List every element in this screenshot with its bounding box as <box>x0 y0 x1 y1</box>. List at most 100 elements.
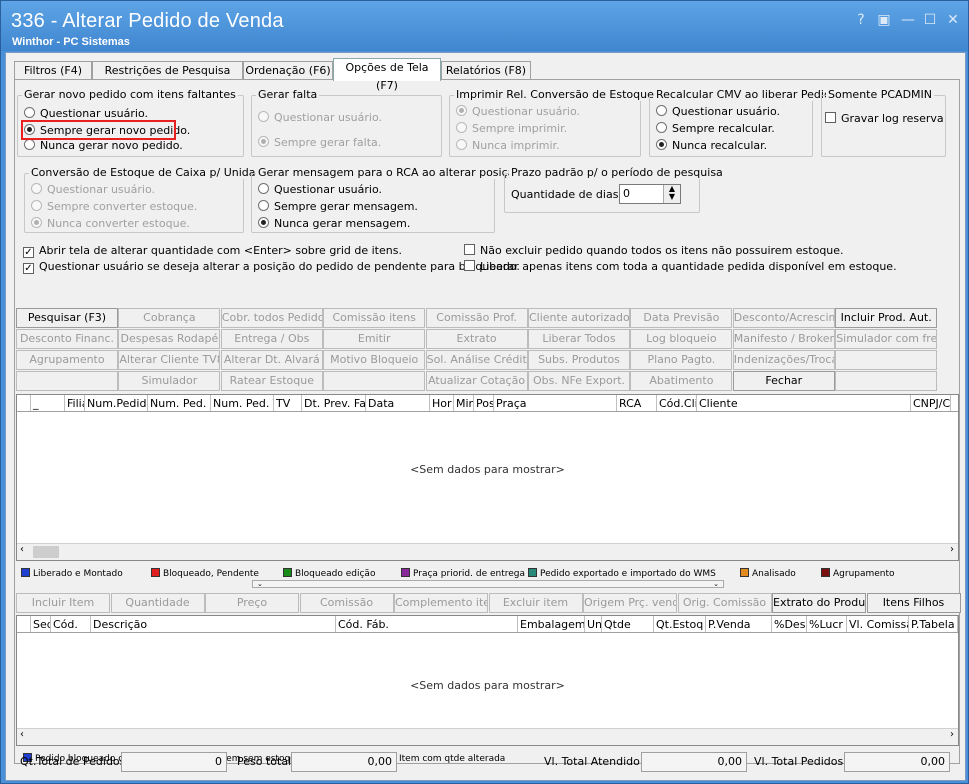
indenizacoes-troca-button[interactable]: Indenizações/Troca <box>732 350 835 370</box>
alterar-cliente-tv8-button[interactable]: Alterar Cliente TV8 <box>118 350 221 370</box>
ratear-estoque-button[interactable]: Ratear Estoque <box>220 371 323 391</box>
column-header[interactable]: TV <box>274 395 302 411</box>
radio-questionar[interactable]: Questionar usuário. <box>258 182 382 197</box>
column-header[interactable]: Cliente <box>697 395 911 411</box>
column-header[interactable]: RCA <box>617 395 657 411</box>
orig-comissao-button[interactable]: Orig. Comissão <box>677 593 772 613</box>
desconto-acrescimo-button[interactable]: Desconto/Acrescimo <box>732 308 835 328</box>
fechar-button[interactable]: Fechar <box>732 371 835 391</box>
column-header[interactable]: Filia <box>65 395 85 411</box>
column-header[interactable]: P.Venda <box>706 616 772 632</box>
excluir-item-button[interactable]: Excluir item <box>488 593 583 613</box>
complemento-item-button[interactable]: Complemento item <box>394 593 488 613</box>
check-liberar-apenas[interactable]: Liberar apenas itens com toda a quantida… <box>464 259 897 274</box>
quantidade-dias-input[interactable]: 0 ▲ ▼ <box>619 184 681 204</box>
tab-ordenacao[interactable]: Ordenação (F6) <box>243 61 333 80</box>
subs-produtos-button[interactable]: Subs. Produtos <box>528 350 630 370</box>
simulador-button[interactable]: Simulador <box>118 371 221 391</box>
column-header[interactable]: Un <box>585 616 602 632</box>
scroll-left-icon[interactable]: ‹ <box>20 729 24 740</box>
radio-questionar[interactable]: Questionar usuário. <box>456 104 580 119</box>
horizontal-scrollbar[interactable]: ‹ › <box>17 728 958 745</box>
column-header[interactable]: CNPJ/CPF <box>911 395 951 411</box>
obs-nfe-export-button[interactable]: Obs. NFe Export. <box>528 371 630 391</box>
liberar-todos-button[interactable]: Liberar Todos <box>528 329 630 349</box>
scroll-left-icon[interactable]: ‹ <box>20 544 24 555</box>
spin-arrows-icon[interactable]: ▲ ▼ <box>663 185 680 203</box>
entrega-obs-button[interactable]: Entrega / Obs <box>220 329 323 349</box>
column-header[interactable]: Num. Ped. B <box>148 395 211 411</box>
column-header[interactable]: P.Tabela <box>909 616 958 632</box>
tab-filtros[interactable]: Filtros (F4) <box>14 61 92 80</box>
column-header[interactable]: Cód. <box>51 616 91 632</box>
radio-questionar[interactable]: Questionar usuário. <box>24 106 148 121</box>
close-icon[interactable]: ✕ <box>944 11 962 29</box>
despesas-rodape-button[interactable]: Despesas Rodapé <box>118 329 221 349</box>
extrato-button[interactable]: Extrato <box>425 329 528 349</box>
help-icon[interactable]: ? <box>852 11 870 29</box>
column-header[interactable]: Seq <box>31 616 51 632</box>
preco-button[interactable]: Preço <box>205 593 299 613</box>
tab-restricoes[interactable]: Restrições de Pesquisa (F5) <box>92 61 243 95</box>
column-header[interactable]: Num. Ped. T <box>211 395 274 411</box>
column-header[interactable] <box>17 616 31 632</box>
incluir-item-button[interactable]: Incluir Item <box>16 593 110 613</box>
log-bloqueio-button[interactable]: Log bloqueio <box>630 329 733 349</box>
comissao-prof-button[interactable]: Comissão Prof. <box>425 308 528 328</box>
comissao-button[interactable]: Comissão <box>299 593 394 613</box>
motivo-bloqueio-button[interactable]: Motivo Bloqueio <box>323 350 426 370</box>
origem-prc-venda-button[interactable]: Origem Prç. venda <box>583 593 677 613</box>
data-previsao-button[interactable]: Data Previsão <box>630 308 733 328</box>
check-nao-excluir-pedido[interactable]: Não excluir pedido quando todos os itens… <box>464 243 844 258</box>
horizontal-scrollbar[interactable]: ‹ › <box>17 543 958 560</box>
radio-questionar[interactable]: Questionar usuário. <box>31 182 155 197</box>
agrupamento-button[interactable]: Agrupamento <box>16 350 118 370</box>
column-header[interactable]: Pos <box>474 395 494 411</box>
radio-sempre-imprimir[interactable]: Sempre imprimir. <box>456 121 567 136</box>
tab-opcoes-de-tela[interactable]: Opções de Tela (F7) <box>333 58 441 92</box>
column-header[interactable]: Vl. Comissão <box>847 616 909 632</box>
column-header[interactable]: Praça <box>494 395 617 411</box>
column-header[interactable] <box>17 395 31 411</box>
manifesto-broker-button[interactable]: Manifesto / Broker <box>732 329 835 349</box>
emitir-button[interactable]: Emitir <box>323 329 426 349</box>
column-header[interactable]: Hor <box>430 395 454 411</box>
atualizar-cotacao-button[interactable]: Atualizar Cotação <box>425 371 528 391</box>
scroll-right-icon[interactable]: › <box>950 729 954 740</box>
cobr-todos-pedidos-button[interactable]: Cobr. todos Pedidos <box>220 308 323 328</box>
radio-sempre-gerar-mensagem[interactable]: Sempre gerar mensagem. <box>258 199 418 214</box>
radio-sempre-recalcular[interactable]: Sempre recalcular. <box>656 121 775 136</box>
column-header[interactable]: %Lucr <box>807 616 847 632</box>
radio-nunca-converter[interactable]: Nunca converter estoque. <box>31 216 190 231</box>
cliente-autorizado-button[interactable]: Cliente autorizado <box>528 308 630 328</box>
incluir-prod-aut-button[interactable]: Incluir Prod. Aut. <box>835 308 938 328</box>
desconto-financ-button[interactable]: Desconto Financ. <box>16 329 118 349</box>
column-header[interactable]: _ <box>31 395 65 411</box>
radio-sempre-converter[interactable]: Sempre converter estoque. <box>31 199 197 214</box>
minimize-icon[interactable]: — <box>899 11 917 29</box>
sol-analise-credito-button[interactable]: Sol. Análise Crédito <box>425 350 528 370</box>
abatimento-button[interactable]: Abatimento <box>630 371 733 391</box>
check-questionar-posicao[interactable]: ✓ Questionar usuário se deseja alterar a … <box>23 259 520 274</box>
plano-pagto-button[interactable]: Plano Pagto. <box>630 350 733 370</box>
radio-nunca-gerar-mensagem[interactable]: Nunca gerar mensagem. <box>258 216 410 231</box>
cobranca-button[interactable]: Cobrança <box>118 308 221 328</box>
radio-questionar[interactable]: Questionar usuário. <box>258 110 382 125</box>
scroll-thumb[interactable] <box>33 546 59 558</box>
maximize-icon[interactable]: ☐ <box>921 11 939 29</box>
pedidos-grid[interactable]: _FiliaNum.PedidoNum. Ped. BNum. Ped. TTV… <box>16 394 959 561</box>
column-header[interactable]: Dt. Prev. Fa <box>302 395 366 411</box>
checkbox-gravar-log[interactable]: Gravar log reserva <box>825 111 944 126</box>
comissao-itens-button[interactable]: Comissão itens <box>323 308 426 328</box>
tab-relatorios[interactable]: Relatórios (F8) <box>441 61 531 80</box>
column-header[interactable]: %Des <box>772 616 807 632</box>
column-header[interactable]: Cód. Fáb. <box>336 616 518 632</box>
alterar-dt-alvara-button[interactable]: Alterar Dt. Alvará <box>220 350 323 370</box>
pesquisar-f3-button[interactable]: Pesquisar (F3) <box>16 308 118 328</box>
column-header[interactable]: Cód.Cli <box>657 395 697 411</box>
radio-nunca-imprimir[interactable]: Nunca imprimir. <box>456 138 560 153</box>
quantidade-button[interactable]: Quantidade <box>110 593 205 613</box>
itens-grid[interactable]: SeqCód.DescriçãoCód. Fáb.EmbalagemUnQtde… <box>16 615 959 746</box>
column-header[interactable]: Embalagem <box>518 616 585 632</box>
splitter-handle[interactable]: ⌄ ⌄ <box>252 580 724 588</box>
